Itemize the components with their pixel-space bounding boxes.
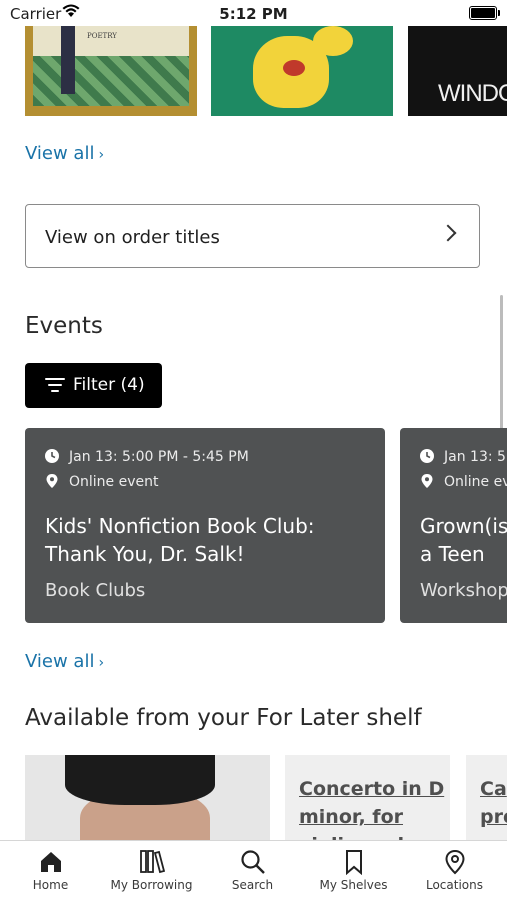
- view-on-order-label: View on order titles: [45, 227, 220, 248]
- status-bar: Carrier 5:12 PM: [0, 0, 507, 28]
- tab-label: Locations: [425, 878, 483, 892]
- tab-label: Home: [32, 878, 69, 892]
- tab-label: My Borrowing: [110, 878, 193, 892]
- location-pin-icon: [46, 474, 58, 488]
- status-time: 5:12 PM: [219, 5, 288, 23]
- event-time: Jan 13: 5: [444, 449, 506, 465]
- event-time: Jan 13: 5:00 PM - 5:45 PM: [69, 449, 249, 465]
- cover-card[interactable]: POETRY: [25, 26, 197, 116]
- event-title: Kids' Nonfiction Book Club: Thank You, D…: [45, 514, 315, 566]
- for-later-item[interactable]: Concerto in D minor, for violin and: [285, 755, 450, 845]
- view-all-label: View all: [25, 651, 95, 672]
- tab-label: Search: [231, 878, 274, 892]
- tab-search[interactable]: Search: [202, 841, 303, 901]
- top-carousel: POETRY WINDO: [0, 26, 507, 116]
- chevron-right-icon: ›: [98, 655, 105, 671]
- filter-button[interactable]: Filter (4): [25, 363, 162, 408]
- scrollbar[interactable]: [500, 295, 503, 445]
- cover-card[interactable]: [211, 26, 393, 116]
- cover-art: [283, 60, 305, 76]
- event-card[interactable]: Jan 13: 5:00 PM - 5:45 PM Online event K…: [25, 428, 385, 623]
- for-later-heading: Available from your For Later shelf: [25, 705, 422, 731]
- for-later-title-link[interactable]: Ca pro f: [480, 775, 507, 831]
- view-on-order-button[interactable]: View on order titles: [25, 204, 480, 268]
- battery-icon: [469, 6, 500, 20]
- for-later-item[interactable]: Ca pro f: [466, 755, 507, 845]
- cover-figure: [61, 26, 75, 94]
- tab-label: My Shelves: [319, 878, 388, 892]
- tab-my-shelves[interactable]: My Shelves: [303, 841, 404, 901]
- tab-my-borrowing[interactable]: My Borrowing: [101, 841, 202, 901]
- for-later-item[interactable]: [25, 755, 270, 845]
- filter-icon: [45, 377, 65, 393]
- books-icon: [139, 850, 165, 874]
- event-location-row: Online ev: [420, 474, 507, 490]
- clock-icon: [420, 449, 434, 463]
- location-pin-icon: [421, 474, 433, 488]
- event-category: Workshop: [420, 580, 507, 601]
- home-icon: [40, 852, 61, 872]
- events-heading: Events: [25, 313, 103, 339]
- chevron-right-icon: [439, 224, 457, 242]
- event-category: Book Clubs: [45, 580, 146, 601]
- event-time-row: Jan 13: 5: [420, 449, 506, 465]
- location-pin-icon: [444, 849, 465, 875]
- for-later-title-link[interactable]: Concerto in D minor, for violin and: [299, 775, 449, 845]
- clock-icon: [45, 449, 59, 463]
- view-all-link[interactable]: View all ›: [25, 651, 104, 672]
- view-all-label: View all: [25, 143, 95, 164]
- bookmark-icon: [345, 850, 362, 875]
- event-time-row: Jan 13: 5:00 PM - 5:45 PM: [45, 449, 249, 465]
- chevron-right-icon: ›: [98, 147, 105, 163]
- cover-card[interactable]: WINDO: [408, 26, 507, 116]
- filter-label: Filter (4): [73, 375, 145, 395]
- view-all-link[interactable]: View all ›: [25, 143, 104, 164]
- cover-title: WINDO: [438, 80, 507, 107]
- event-title: Grown(is a Teen: [420, 514, 507, 566]
- event-card[interactable]: Jan 13: 5 Online ev Grown(is a Teen Work…: [400, 428, 507, 623]
- tab-home[interactable]: Home: [0, 841, 101, 901]
- event-location-row: Online event: [45, 474, 158, 490]
- bottom-tab-bar: Home My Borrowing Search My Shelves Loca…: [0, 840, 507, 900]
- cover-title: POETRY: [87, 32, 117, 40]
- cover-art: [65, 755, 215, 805]
- event-location: Online ev: [444, 474, 507, 490]
- search-icon: [240, 850, 265, 874]
- tab-locations[interactable]: Locations: [404, 841, 505, 901]
- event-location: Online event: [69, 474, 159, 490]
